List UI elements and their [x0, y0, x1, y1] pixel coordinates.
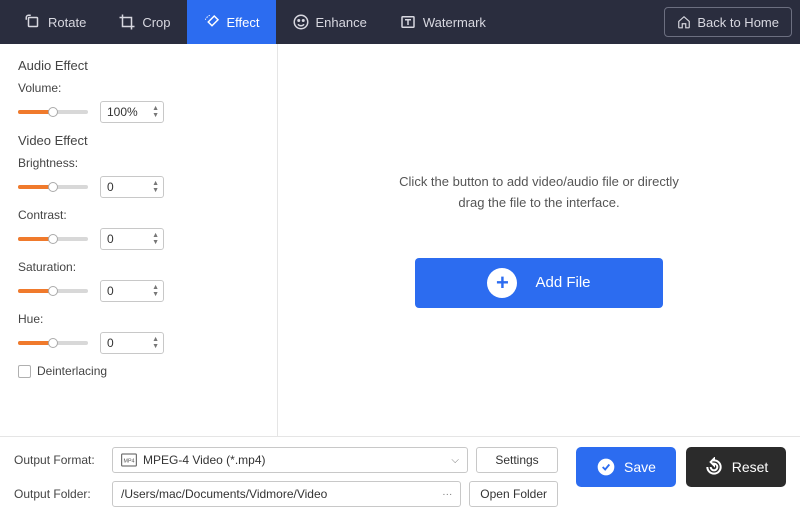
- save-button[interactable]: Save: [576, 447, 676, 487]
- bottom-bar: Output Format: MP4 MPEG-4 Video (*.mp4) …: [0, 436, 800, 517]
- enhance-label: Enhance: [316, 15, 367, 30]
- deinterlacing-checkbox[interactable]: [18, 365, 31, 378]
- saturation-control: Saturation: 0 ▲▼: [18, 260, 259, 302]
- back-to-home-button[interactable]: Back to Home: [664, 7, 792, 37]
- drop-area[interactable]: Click the button to add video/audio file…: [278, 44, 800, 436]
- deinterlacing-label: Deinterlacing: [37, 364, 107, 378]
- effect-label: Effect: [227, 15, 260, 30]
- saturation-label: Saturation:: [18, 260, 259, 274]
- brightness-label: Brightness:: [18, 156, 259, 170]
- stepper-arrows[interactable]: ▲▼: [152, 180, 159, 194]
- volume-stepper[interactable]: 100% ▲▼: [100, 101, 164, 123]
- rotate-tab[interactable]: Rotate: [8, 0, 102, 44]
- contrast-value: 0: [107, 232, 114, 246]
- hue-label: Hue:: [18, 312, 259, 326]
- more-icon[interactable]: ···: [442, 489, 452, 500]
- crop-icon: [118, 13, 136, 31]
- output-folder-row: Output Folder: /Users/mac/Documents/Vidm…: [14, 481, 558, 507]
- effect-icon: [203, 13, 221, 31]
- back-label: Back to Home: [697, 15, 779, 30]
- saturation-value: 0: [107, 284, 114, 298]
- volume-control: Volume: 100% ▲▼: [18, 81, 259, 123]
- reset-button[interactable]: Reset: [686, 447, 786, 487]
- stepper-arrows[interactable]: ▲▼: [152, 105, 159, 119]
- deinterlacing-row[interactable]: Deinterlacing: [18, 364, 259, 378]
- contrast-label: Contrast:: [18, 208, 259, 222]
- drop-hint-line1: Click the button to add video/audio file…: [399, 172, 679, 193]
- enhance-tab[interactable]: Enhance: [276, 0, 383, 44]
- effect-tab[interactable]: Effect: [187, 0, 276, 44]
- reset-label: Reset: [732, 459, 769, 475]
- drop-hint: Click the button to add video/audio file…: [399, 172, 679, 214]
- hue-stepper[interactable]: 0 ▲▼: [100, 332, 164, 354]
- brightness-stepper[interactable]: 0 ▲▼: [100, 176, 164, 198]
- effects-panel: Audio Effect Volume: 100% ▲▼ Video Effec…: [0, 44, 278, 436]
- settings-button[interactable]: Settings: [476, 447, 558, 473]
- video-section-title: Video Effect: [18, 133, 259, 148]
- save-label: Save: [624, 459, 656, 475]
- mpeg-icon: MP4: [121, 453, 137, 467]
- add-file-label: Add File: [535, 274, 590, 291]
- hue-slider[interactable]: [18, 341, 88, 345]
- add-file-button[interactable]: + Add File: [415, 258, 663, 308]
- brightness-slider[interactable]: [18, 185, 88, 189]
- watermark-label: Watermark: [423, 15, 486, 30]
- output-settings: Output Format: MP4 MPEG-4 Video (*.mp4) …: [14, 447, 558, 507]
- brightness-value: 0: [107, 180, 114, 194]
- contrast-slider[interactable]: [18, 237, 88, 241]
- volume-label: Volume:: [18, 81, 259, 95]
- watermark-icon: [399, 13, 417, 31]
- output-folder-field[interactable]: /Users/mac/Documents/Vidmore/Video ···: [112, 481, 461, 507]
- watermark-tab[interactable]: Watermark: [383, 0, 502, 44]
- output-folder-value: /Users/mac/Documents/Vidmore/Video: [121, 487, 327, 501]
- output-format-select[interactable]: MP4 MPEG-4 Video (*.mp4) ⌵: [112, 447, 468, 473]
- chevron-down-icon: ⌵: [451, 455, 459, 466]
- drop-hint-line2: drag the file to the interface.: [399, 193, 679, 214]
- hue-value: 0: [107, 336, 114, 350]
- output-format-value: MPEG-4 Video (*.mp4): [143, 453, 266, 467]
- audio-section-title: Audio Effect: [18, 58, 259, 73]
- output-format-row: Output Format: MP4 MPEG-4 Video (*.mp4) …: [14, 447, 558, 473]
- action-buttons: Save Reset: [576, 447, 786, 487]
- stepper-arrows[interactable]: ▲▼: [152, 284, 159, 298]
- enhance-icon: [292, 13, 310, 31]
- contrast-control: Contrast: 0 ▲▼: [18, 208, 259, 250]
- volume-value: 100%: [107, 105, 138, 119]
- top-toolbar: Rotate Crop Effect Enhance Watermark Bac…: [0, 0, 800, 44]
- output-format-label: Output Format:: [14, 453, 104, 467]
- rotate-label: Rotate: [48, 15, 86, 30]
- stepper-arrows[interactable]: ▲▼: [152, 336, 159, 350]
- stepper-arrows[interactable]: ▲▼: [152, 232, 159, 246]
- open-folder-button[interactable]: Open Folder: [469, 481, 558, 507]
- svg-text:MP4: MP4: [124, 459, 135, 465]
- contrast-stepper[interactable]: 0 ▲▼: [100, 228, 164, 250]
- brightness-control: Brightness: 0 ▲▼: [18, 156, 259, 198]
- crop-tab[interactable]: Crop: [102, 0, 186, 44]
- saturation-slider[interactable]: [18, 289, 88, 293]
- check-circle-icon: [596, 457, 616, 477]
- home-icon: [677, 15, 691, 29]
- rotate-icon: [24, 13, 42, 31]
- plus-icon: +: [487, 268, 517, 298]
- main-area: Audio Effect Volume: 100% ▲▼ Video Effec…: [0, 44, 800, 436]
- saturation-stepper[interactable]: 0 ▲▼: [100, 280, 164, 302]
- crop-label: Crop: [142, 15, 170, 30]
- reset-icon: [704, 457, 724, 477]
- output-folder-label: Output Folder:: [14, 487, 104, 501]
- hue-control: Hue: 0 ▲▼: [18, 312, 259, 354]
- volume-slider[interactable]: [18, 110, 88, 114]
